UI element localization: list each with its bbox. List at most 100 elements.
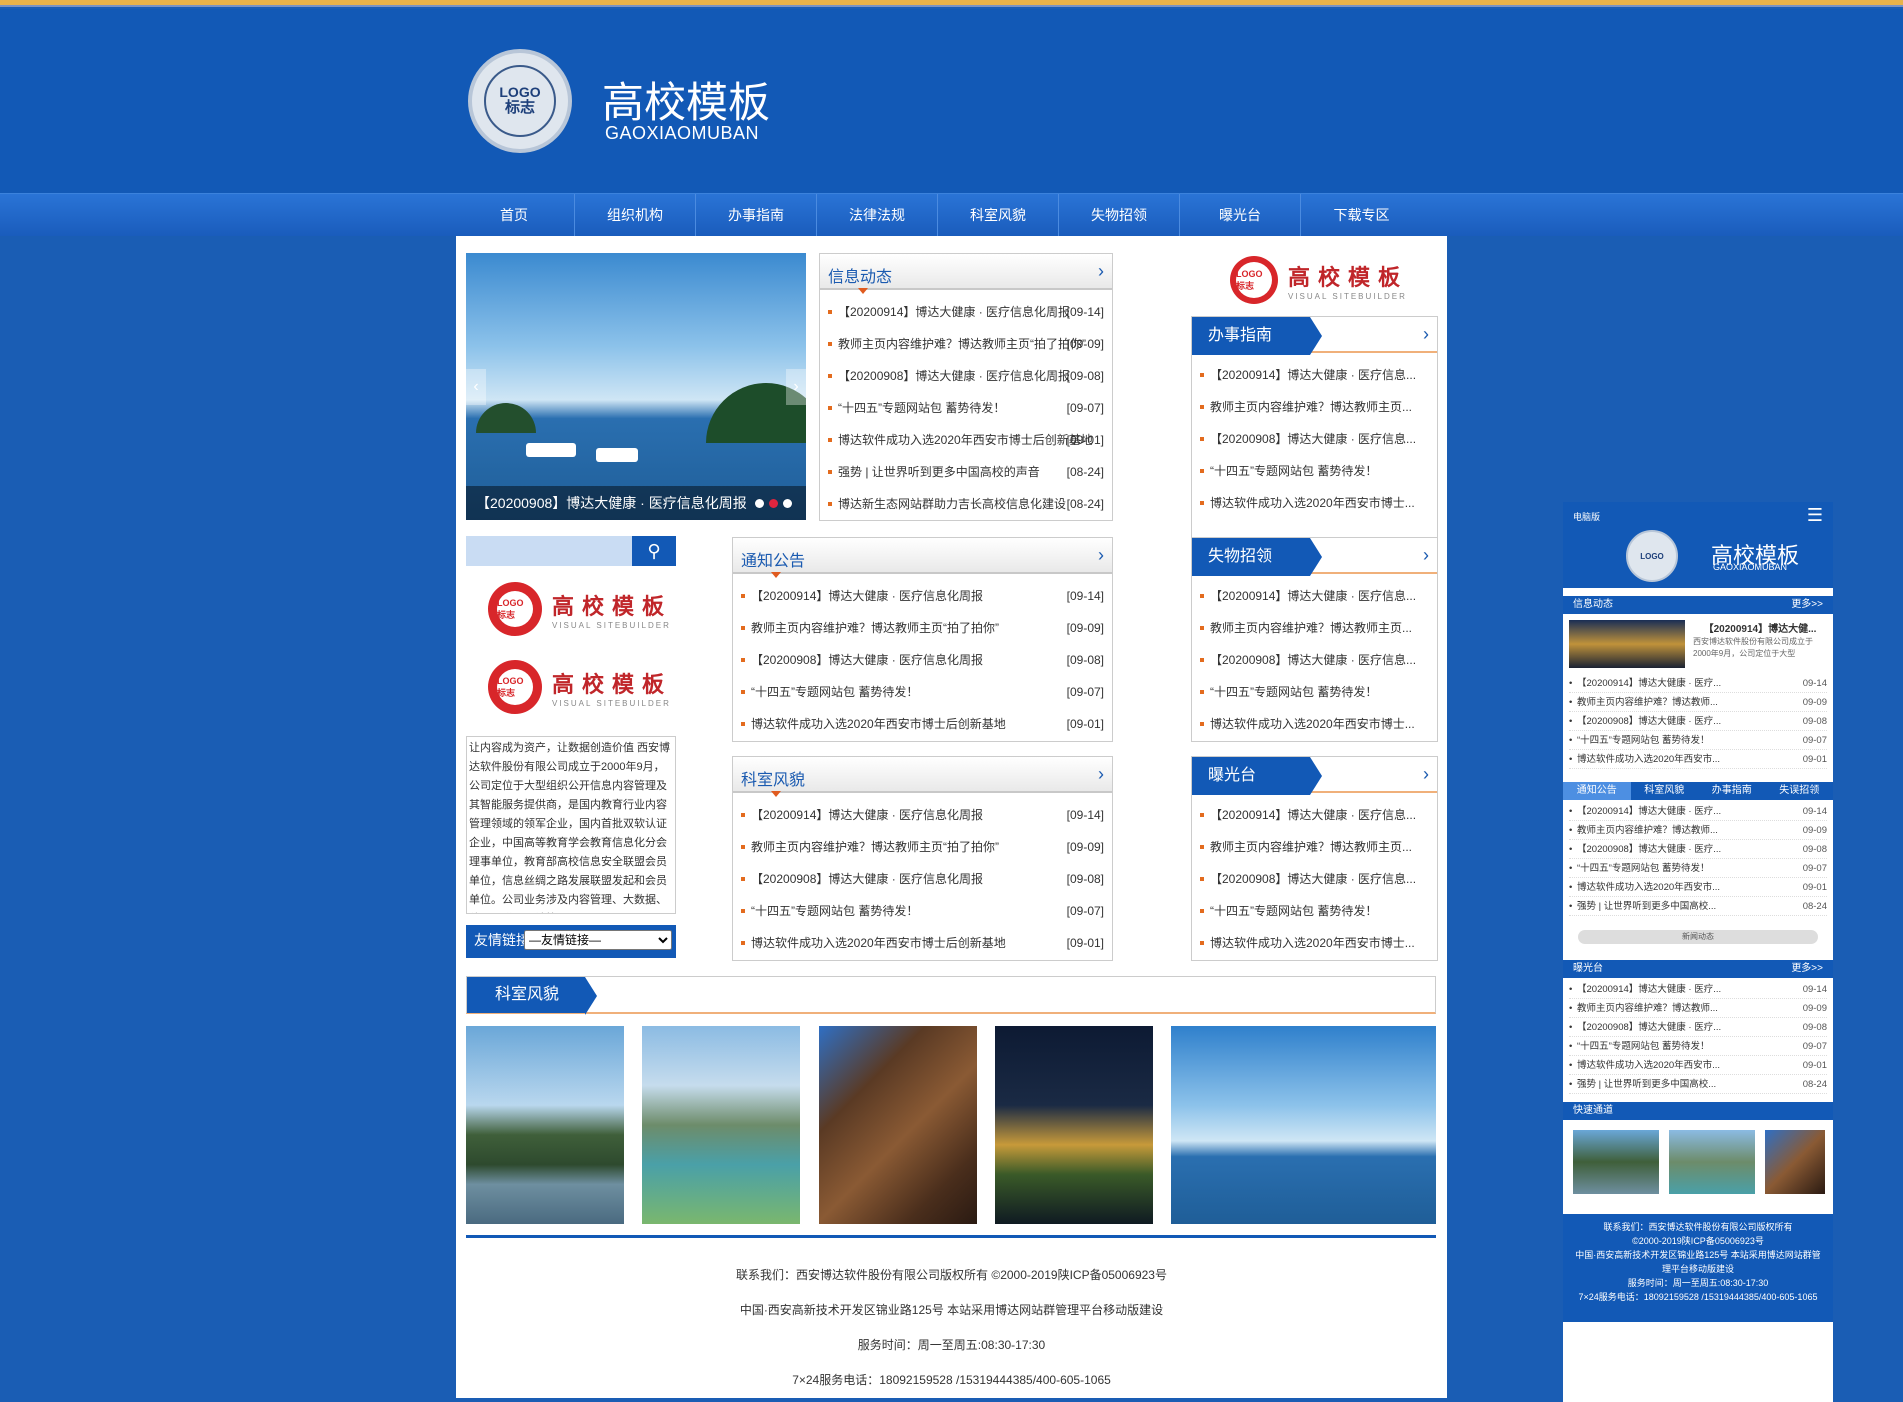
list-item[interactable]: 【20200908】博达大健康 · 医疗...09-08 xyxy=(1569,840,1827,859)
list-item[interactable]: 【20200914】博达大健康 · 医疗信息... xyxy=(1200,799,1429,831)
slider-dot[interactable] xyxy=(783,499,792,508)
list-item[interactable]: “十四五”专题网站包 蓄势待发！ [09-07] xyxy=(741,676,1104,708)
nav-departments[interactable]: 科室风貌 xyxy=(938,194,1059,237)
list-item[interactable]: 【20200914】博达大健康 · 医疗信息化周报 [09-14] xyxy=(828,296,1104,328)
nav-downloads[interactable]: 下载专区 xyxy=(1301,194,1422,237)
list-item[interactable]: “十四五”专题网站包 蓄势待发！09-07 xyxy=(1569,859,1827,878)
list-item[interactable]: 【20200908】博达大健康 · 医疗信息化周报 [09-08] xyxy=(828,360,1104,392)
nav-exposure[interactable]: 曝光台 xyxy=(1180,194,1301,237)
list-item[interactable]: 【20200914】博达大健康 · 医疗信息化周报 [09-14] xyxy=(741,799,1104,831)
gallery-photo-city-river[interactable] xyxy=(642,1026,800,1224)
list-item[interactable]: “十四五”专题网站包 蓄势待发！ xyxy=(1200,676,1429,708)
lost-box-title[interactable]: 失物招领 xyxy=(1192,538,1322,576)
chevron-right-icon[interactable]: › xyxy=(1423,324,1429,345)
mobile-tab-notice[interactable]: 通知公告 xyxy=(1563,782,1631,800)
list-item[interactable]: 【20200914】博达大健康 · 医疗信息化周报 [09-14] xyxy=(741,580,1104,612)
slider-dot[interactable] xyxy=(755,499,764,508)
nav-laws[interactable]: 法律法规 xyxy=(817,194,938,237)
list-item[interactable]: 博达软件成功入选2020年西安市博士后创新基地 [09-01] xyxy=(741,708,1104,740)
gallery-photo-night-pagoda[interactable] xyxy=(995,1026,1153,1224)
list-item[interactable]: 教师主页内容维护难？博达教师...09-09 xyxy=(1569,693,1827,712)
mobile-tab-lost[interactable]: 失误招领 xyxy=(1766,782,1834,800)
news-box-title[interactable]: 信息动态 xyxy=(828,263,892,287)
mobile-desktop-link[interactable]: 电脑版 xyxy=(1573,510,1600,523)
dept-box-title[interactable]: 科室风貌 xyxy=(741,766,805,790)
nav-organization[interactable]: 组织机构 xyxy=(575,194,696,237)
mobile-news-more[interactable]: 更多>> xyxy=(1791,596,1823,614)
expose-box-title[interactable]: 曝光台 xyxy=(1192,757,1322,795)
gallery-title[interactable]: 科室风貌 xyxy=(467,977,597,1015)
mobile-logo[interactable]: LOGO xyxy=(1626,530,1678,582)
nav-lost-found[interactable]: 失物招领 xyxy=(1059,194,1180,237)
list-item[interactable]: 强势 | 让世界听到更多中国高校...08-24 xyxy=(1569,897,1827,916)
nav-home[interactable]: 首页 xyxy=(454,194,575,237)
list-item[interactable]: 博达软件成功入选2020年西安市博士后创新基地 [09-01] xyxy=(828,424,1104,456)
list-item[interactable]: 【20200908】博达大健康 · 医疗信息化周报 [09-08] xyxy=(741,863,1104,895)
mobile-quick-photo[interactable] xyxy=(1669,1130,1755,1194)
list-item[interactable]: 【20200908】博达大健康 · 医疗信息化周报 [09-08] xyxy=(741,644,1104,676)
chevron-right-icon[interactable]: › xyxy=(1098,545,1104,566)
list-item[interactable]: 博达软件成功入选2020年西安市...09-01 xyxy=(1569,750,1827,769)
list-item[interactable]: 教师主页内容维护难？博达教师...09-09 xyxy=(1569,999,1827,1018)
slider-prev-button[interactable]: ‹ xyxy=(466,369,486,405)
chevron-right-icon[interactable]: › xyxy=(1098,261,1104,282)
list-item[interactable]: 教师主页内容维护难？博达教师主页“拍了拍你” [09-09] xyxy=(828,328,1104,360)
list-item[interactable]: 【20200914】博达大健康 · 医疗...09-14 xyxy=(1569,802,1827,821)
chevron-right-icon[interactable]: › xyxy=(1423,545,1429,566)
gallery-photo-lake[interactable] xyxy=(1171,1026,1436,1224)
list-item[interactable]: 博达软件成功入选2020年西安市博士... xyxy=(1200,487,1429,519)
list-item[interactable]: 博达软件成功入选2020年西安市博士... xyxy=(1200,708,1429,740)
mobile-tab-dept[interactable]: 科室风貌 xyxy=(1631,782,1699,800)
list-item[interactable]: 博达软件成功入选2020年西安市博士后创新基地 [09-01] xyxy=(741,927,1104,959)
mobile-quick-photo[interactable] xyxy=(1573,1130,1659,1194)
mobile-feature-title[interactable]: 【20200914】博达大健... xyxy=(1693,620,1827,635)
list-item[interactable]: “十四五”专题网站包 蓄势待发！ xyxy=(1200,455,1429,487)
slider-next-button[interactable]: › xyxy=(786,369,806,405)
list-item[interactable]: 【20200914】博达大健康 · 医疗信息... xyxy=(1200,580,1429,612)
list-item[interactable]: “十四五”专题网站包 蓄势待发！ [09-07] xyxy=(741,895,1104,927)
list-item[interactable]: “十四五”专题网站包 蓄势待发！ [09-07] xyxy=(828,392,1104,424)
mobile-tab-guide[interactable]: 办事指南 xyxy=(1698,782,1766,800)
list-item[interactable]: 【20200908】博达大健康 · 医疗...09-08 xyxy=(1569,712,1827,731)
list-item[interactable]: 博达软件成功入选2020年西安市...09-01 xyxy=(1569,878,1827,897)
image-slider[interactable]: ‹ › 【20200908】博达大健康 · 医疗信息化周报 xyxy=(466,253,806,520)
list-item[interactable]: 【20200914】博达大健康 · 医疗...09-14 xyxy=(1569,980,1827,999)
list-item[interactable]: 【20200914】博达大健康 · 医疗...09-14 xyxy=(1569,674,1827,693)
hamburger-menu-icon[interactable]: ☰ xyxy=(1807,506,1823,524)
list-item[interactable]: 博达新生态网站群助力吉长高校信息化建设 [08-24] xyxy=(828,488,1104,520)
chevron-right-icon[interactable]: › xyxy=(1423,764,1429,785)
mobile-feature-image[interactable] xyxy=(1569,620,1685,668)
list-item[interactable]: 博达软件成功入选2020年西安市博士... xyxy=(1200,927,1429,959)
notice-box-title[interactable]: 通知公告 xyxy=(741,547,805,571)
list-item[interactable]: 教师主页内容维护难？博达教师主页... xyxy=(1200,612,1429,644)
nav-guide[interactable]: 办事指南 xyxy=(696,194,817,237)
gallery-photo-river[interactable] xyxy=(466,1026,624,1224)
list-item[interactable]: 【20200914】博达大健康 · 医疗信息... xyxy=(1200,359,1429,391)
search-bar[interactable]: ⚲ xyxy=(466,536,676,566)
list-item[interactable]: “十四五”专题网站包 蓄势待发！09-07 xyxy=(1569,1037,1827,1056)
list-item[interactable]: 强势 | 让世界听到更多中国高校...08-24 xyxy=(1569,1075,1827,1094)
mobile-expose-more[interactable]: 更多>> xyxy=(1791,960,1823,978)
guide-box-title[interactable]: 办事指南 xyxy=(1192,317,1322,355)
list-item[interactable]: 教师主页内容维护难？博达教师主页“拍了拍你” [09-09] xyxy=(741,612,1104,644)
list-item[interactable]: 【20200908】博达大健康 · 医疗信息... xyxy=(1200,423,1429,455)
list-item[interactable]: 教师主页内容维护难？博达教师...09-09 xyxy=(1569,821,1827,840)
list-item[interactable]: 【20200908】博达大健康 · 医疗信息... xyxy=(1200,644,1429,676)
mobile-quick-photo[interactable] xyxy=(1765,1130,1825,1194)
gallery-photo-carving[interactable] xyxy=(819,1026,977,1224)
search-icon[interactable]: ⚲ xyxy=(632,536,676,566)
list-item[interactable]: 【20200908】博达大健康 · 医疗信息... xyxy=(1200,863,1429,895)
list-item[interactable]: 【20200908】博达大健康 · 医疗...09-08 xyxy=(1569,1018,1827,1037)
site-logo[interactable]: LOGO 标志 xyxy=(468,49,572,153)
list-item[interactable]: 博达软件成功入选2020年西安市...09-01 xyxy=(1569,1056,1827,1075)
mobile-tab-more-button[interactable]: 新闻动态 xyxy=(1578,930,1818,944)
list-item[interactable]: 教师主页内容维护难？博达教师主页... xyxy=(1200,831,1429,863)
list-item[interactable]: “十四五”专题网站包 蓄势待发！ xyxy=(1200,895,1429,927)
list-item[interactable]: “十四五”专题网站包 蓄势待发！09-07 xyxy=(1569,731,1827,750)
list-item[interactable]: 教师主页内容维护难？博达教师主页... xyxy=(1200,391,1429,423)
slider-dot-active[interactable] xyxy=(769,499,778,508)
friend-links-select[interactable]: —友情链接— xyxy=(524,930,672,950)
chevron-right-icon[interactable]: › xyxy=(1098,764,1104,785)
list-item[interactable]: 强势 | 让世界听到更多中国高校的声音 [08-24] xyxy=(828,456,1104,488)
list-item[interactable]: 教师主页内容维护难？博达教师主页“拍了拍你” [09-09] xyxy=(741,831,1104,863)
